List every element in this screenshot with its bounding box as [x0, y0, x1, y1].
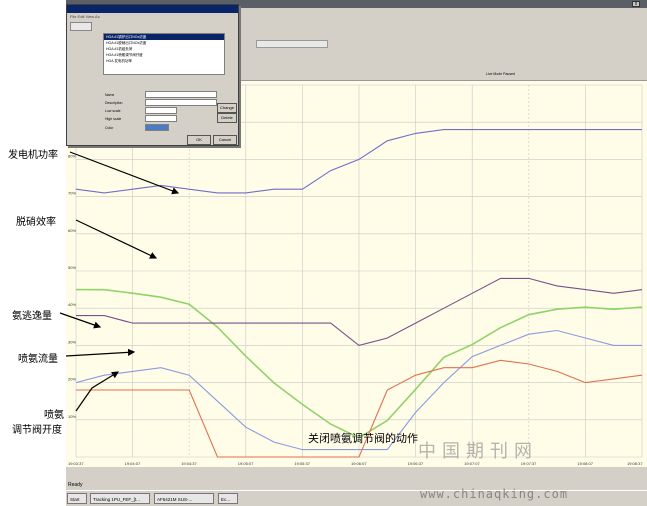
taskbar-item[interactable]: Ec... — [218, 493, 238, 504]
close-icon[interactable]: x — [632, 1, 640, 7]
x-tick-label: 19:08:37 — [627, 461, 643, 466]
y-tick-label: 70% — [68, 191, 76, 196]
point-list[interactable]: HGA #1锅炉出口NOx浓度 HGA #1脱硝出口NOx浓度 HGA #1机组… — [103, 33, 225, 75]
y-tick-label: 50% — [68, 265, 76, 270]
denitration-efficiency-annotation: 脱硝效率 — [16, 217, 56, 228]
dialog-toolbar[interactable] — [70, 22, 92, 31]
taskbar-item[interactable]: Tracking 1PU_FEF_[t... — [90, 493, 150, 504]
y-tick-label: 40% — [68, 302, 76, 307]
dialog-titlebar — [67, 5, 238, 13]
x-tick-label: 19:04:07 — [125, 461, 141, 466]
generator-power-annotation: 发电机功率 — [8, 150, 58, 161]
change-button[interactable]: Change — [217, 103, 237, 113]
name-field[interactable] — [145, 91, 217, 98]
x-tick-label: 19:08:07 — [577, 461, 593, 466]
chart-caption: 关闭喷氨调节阀的动作 — [308, 432, 418, 445]
y-tick-label: 10% — [68, 414, 76, 419]
delete-button[interactable]: Delete — [217, 113, 237, 123]
high-scale-field[interactable] — [145, 115, 177, 122]
dialog-menu[interactable]: File Edit View Ac — [70, 14, 100, 19]
x-tick-label: 19:05:37 — [294, 461, 310, 466]
description-field[interactable] — [145, 99, 217, 106]
description-label: Description — [105, 101, 123, 105]
color-picker[interactable] — [145, 124, 169, 131]
ok-button[interactable]: OK — [187, 135, 211, 145]
high-scale-label: High scale — [105, 117, 122, 121]
start-button[interactable]: Start — [67, 493, 87, 504]
x-tick-label: 19:03:37 — [68, 461, 84, 466]
x-tick-label: 19:05:07 — [238, 461, 254, 466]
watermark-text: 中国期刊网 — [418, 441, 538, 462]
trend-settings-dialog: File Edit View Ac HGA #1锅炉出口NOx浓度 HGA #1… — [66, 4, 239, 146]
live-mode-status: Live Mode Paused — [486, 72, 515, 76]
watermark-url: www.chinaqking.com — [420, 487, 569, 501]
color-label: Color — [105, 126, 114, 130]
low-scale-field[interactable] — [145, 107, 177, 114]
cancel-button[interactable]: Cancel — [213, 135, 237, 145]
y-tick-label: 60% — [68, 228, 76, 233]
taskbar-item[interactable]: AF6421M SUS-... — [154, 493, 214, 504]
x-tick-label: 19:06:07 — [351, 461, 367, 466]
ammonia-flow-annotation: 喷氨流量 — [18, 354, 58, 365]
low-scale-label: Low scale — [105, 109, 121, 113]
y-tick-label: 30% — [68, 339, 76, 344]
valve-opening-annotation-line1: 喷氨 — [44, 410, 64, 421]
valve-opening-annotation-line2: 调节阀开度 — [12, 425, 62, 436]
point-list-item[interactable]: HGA 发电机功率 — [104, 58, 224, 64]
y-tick-label: 20% — [68, 377, 76, 382]
ammonia-selection-annotation: 氨逃逸量 — [12, 311, 52, 322]
name-label: Name — [105, 93, 115, 97]
x-tick-label: 19:04:37 — [181, 461, 197, 466]
y-tick-label: 80% — [68, 153, 76, 158]
toolbar-field[interactable] — [256, 40, 328, 48]
